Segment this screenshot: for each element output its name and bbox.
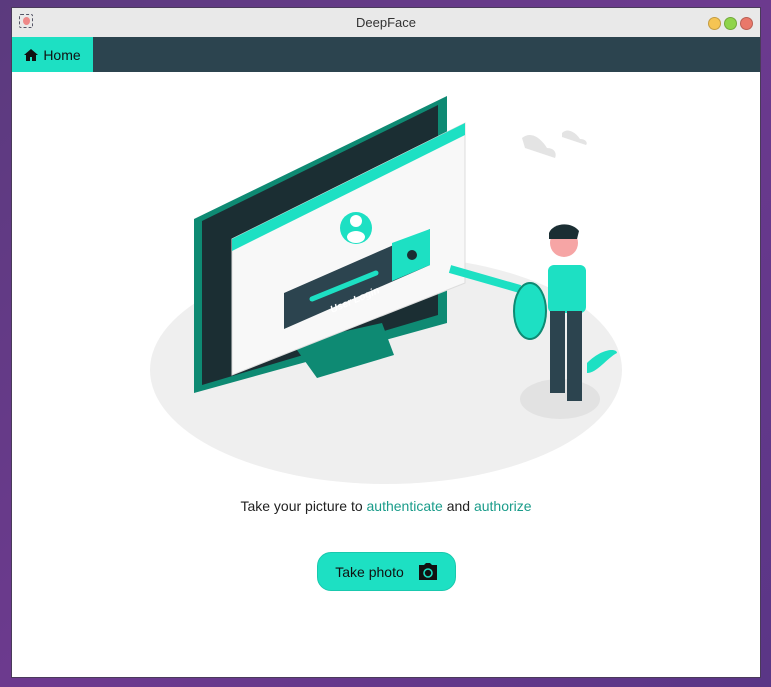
authenticate-link: authenticate xyxy=(366,498,443,514)
take-photo-button[interactable]: Take photo xyxy=(317,552,456,591)
login-illustration: User Login xyxy=(150,96,622,484)
close-button[interactable] xyxy=(740,17,753,30)
caption-text: Take your picture to xyxy=(240,498,367,514)
caption-text-mid: and xyxy=(442,498,474,514)
nav-bar: Home xyxy=(12,37,760,72)
nav-home-label: Home xyxy=(43,46,81,63)
nav-home[interactable]: Home xyxy=(12,37,93,72)
app-window: DeepFace Home User Login Take your pictu… xyxy=(11,7,761,678)
title-bar: DeepFace xyxy=(12,8,760,37)
home-icon xyxy=(24,48,39,61)
instruction-caption: Take your picture to authenticate and au… xyxy=(12,498,760,514)
app-icon xyxy=(19,14,33,28)
window-title: DeepFace xyxy=(356,15,416,30)
minimize-button[interactable] xyxy=(708,17,721,30)
camera-icon xyxy=(418,563,437,580)
take-photo-label: Take photo xyxy=(335,563,404,580)
maximize-button[interactable] xyxy=(724,17,737,30)
authorize-link: authorize xyxy=(473,498,532,514)
